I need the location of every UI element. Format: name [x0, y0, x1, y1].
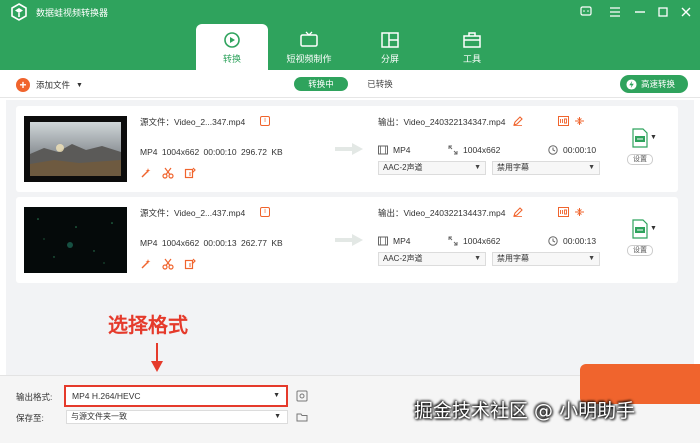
merge-icon[interactable]	[574, 207, 585, 217]
edit-icon[interactable]	[184, 258, 196, 270]
pencil-icon[interactable]	[513, 207, 523, 217]
tv-icon	[300, 31, 318, 47]
output-resolution: 1004x662	[448, 145, 500, 155]
output-format-select[interactable]: MP4 H.264/HEVC ▼	[64, 385, 288, 407]
toolbox-icon	[463, 32, 481, 48]
output-duration: 00:00:10	[548, 145, 596, 155]
tab-converted[interactable]: 已转换	[360, 77, 400, 91]
edit-icon[interactable]	[184, 167, 196, 179]
scissors-icon[interactable]	[162, 167, 174, 179]
fast-convert-button[interactable]: 高速转换	[620, 75, 688, 93]
output-format: MP4	[378, 236, 410, 246]
subtitle-select[interactable]: 禁用字幕 ▼	[492, 161, 600, 175]
output-format: MP4	[378, 145, 410, 155]
video-thumbnail[interactable]	[24, 116, 127, 182]
film-icon	[378, 145, 388, 155]
arrow-right-icon	[335, 234, 363, 246]
audio-track-select[interactable]: AAC-2声道 ▼	[378, 252, 486, 266]
save-to-label: 保存至:	[16, 413, 44, 423]
add-file-button[interactable]: + 添加文件 ▼	[16, 77, 83, 93]
minimize-icon[interactable]	[632, 4, 648, 20]
info-icon[interactable]: i	[260, 207, 270, 217]
id-card-icon[interactable]	[558, 207, 569, 217]
settings-button[interactable]: 设置	[627, 245, 653, 256]
output-duration: 00:00:13	[548, 236, 596, 246]
convert-icon	[224, 32, 240, 48]
list-item: 源文件：Video_2...347.mp4 i MP4 1004x662 00:…	[16, 106, 678, 192]
close-icon[interactable]	[678, 4, 694, 20]
tab-convert[interactable]: 转换	[196, 24, 268, 70]
subtitle-select[interactable]: 禁用字幕 ▼	[492, 252, 600, 266]
audio-track-select[interactable]: AAC-2声道 ▼	[378, 161, 486, 175]
chevron-down-icon: ▼	[273, 392, 280, 399]
resize-icon	[448, 236, 458, 246]
scissors-icon[interactable]	[162, 258, 174, 270]
source-meta: MP4 1004x662 00:00:10 296.72 KB	[140, 147, 283, 157]
source-meta: MP4 1004x662 00:00:13 262.77 KB	[140, 238, 283, 248]
output-file-name: 输出：Video_240322134437.mp4	[378, 208, 506, 218]
chevron-down-icon[interactable]: ▼	[76, 82, 83, 89]
magic-wand-icon[interactable]	[140, 258, 152, 270]
annotation-text: 选择格式	[108, 313, 188, 337]
app-title: 数据蛙视频转换器	[36, 8, 109, 18]
plus-icon: +	[16, 78, 30, 92]
chevron-down-icon: ▼	[588, 255, 595, 262]
magic-wand-icon[interactable]	[140, 167, 152, 179]
info-icon[interactable]: i	[260, 116, 270, 126]
chevron-down-icon: ▼	[274, 413, 281, 420]
list-item: 源文件：Video_2...437.mp4 i MP4 1004x662 00:…	[16, 197, 678, 283]
tab-short-video[interactable]: 短视频制作	[273, 24, 345, 70]
source-file-name: 源文件：Video_2...437.mp4	[140, 208, 246, 218]
lightning-icon	[626, 78, 637, 90]
menu-icon[interactable]	[607, 4, 623, 20]
folder-icon[interactable]	[296, 411, 308, 423]
title-bar: 数据蛙视频转换器 转换 短视频制作 分屏 工具	[0, 0, 700, 70]
resize-icon	[448, 145, 458, 155]
arrow-right-icon	[335, 143, 363, 155]
tab-converting[interactable]: 转换中	[294, 77, 348, 91]
feedback-icon[interactable]	[578, 4, 594, 20]
arrow-down-icon	[151, 343, 163, 372]
output-resolution: 1004x662	[448, 236, 500, 246]
toolbar: + 添加文件 ▼	[0, 70, 700, 98]
chevron-down-icon: ▼	[474, 164, 481, 171]
merge-icon[interactable]	[574, 116, 585, 126]
save-location-select[interactable]: 与源文件夹一致 ▼	[66, 410, 288, 424]
settings-button[interactable]: 设置	[627, 154, 653, 165]
app-logo-icon	[11, 3, 27, 21]
tab-tools[interactable]: 工具	[436, 24, 508, 70]
format-settings-icon[interactable]	[296, 390, 308, 402]
chevron-down-icon[interactable]: ▼	[650, 134, 657, 141]
clock-icon	[548, 145, 558, 155]
mp4-format-icon[interactable]	[632, 219, 648, 239]
film-icon	[378, 236, 388, 246]
clock-icon	[548, 236, 558, 246]
maximize-icon[interactable]	[655, 4, 671, 20]
id-card-icon[interactable]	[558, 116, 569, 126]
chevron-down-icon: ▼	[588, 164, 595, 171]
chevron-down-icon: ▼	[474, 255, 481, 262]
chevron-down-icon[interactable]: ▼	[650, 225, 657, 232]
split-screen-icon	[381, 32, 399, 48]
output-file-name: 输出：Video_240322134347.mp4	[378, 117, 506, 127]
output-format-label: 输出格式:	[16, 392, 53, 402]
pencil-icon[interactable]	[513, 116, 523, 126]
source-file-name: 源文件：Video_2...347.mp4	[140, 117, 246, 127]
tab-split-screen[interactable]: 分屏	[354, 24, 426, 70]
video-thumbnail[interactable]	[24, 207, 127, 273]
watermark: 掘金技术社区 @ 小明助手	[414, 400, 636, 422]
mp4-format-icon[interactable]	[632, 128, 648, 148]
